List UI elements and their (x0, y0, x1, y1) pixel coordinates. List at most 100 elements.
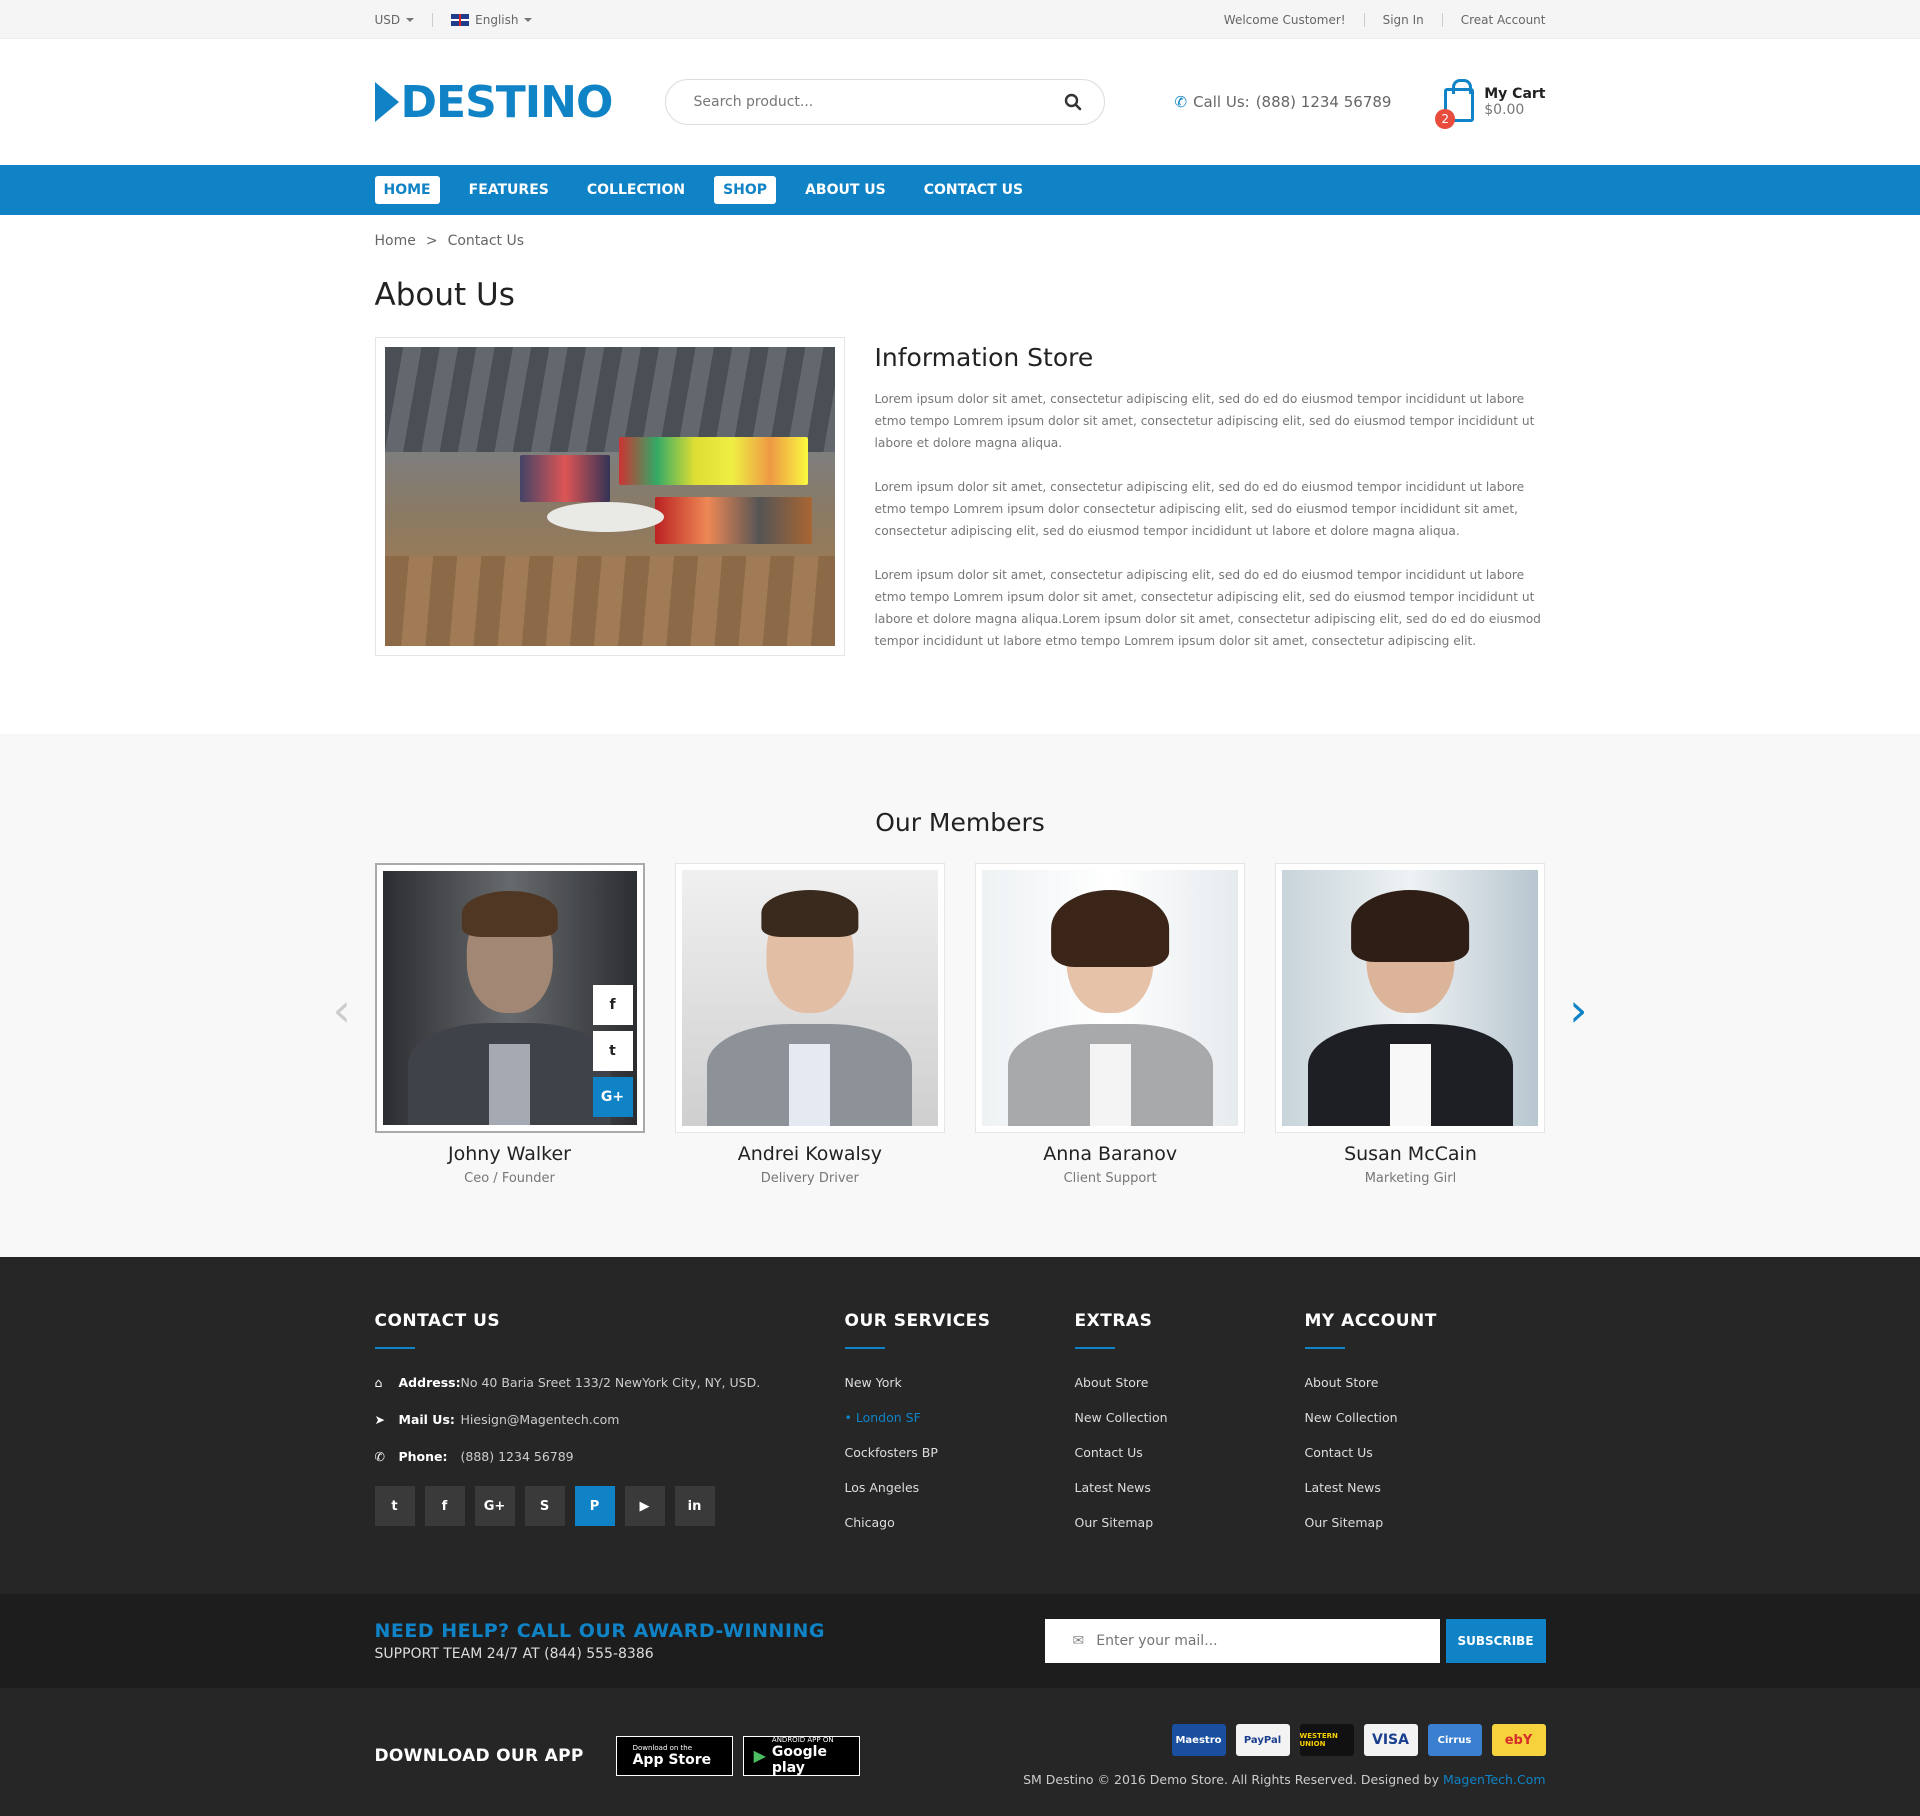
breadcrumb-home[interactable]: Home (375, 233, 416, 249)
phone-label: Call Us: (1193, 93, 1250, 111)
play-icon: ▶ (753, 1746, 766, 1765)
nav-about-us[interactable]: ABOUT US (796, 176, 895, 204)
gplay-small-text: ANDROID APP ON (771, 1735, 834, 1744)
ebay-icon: ebY (1491, 1724, 1546, 1756)
logo-text: DESTINO (400, 76, 614, 128)
footer-link[interactable]: New Collection (1305, 1410, 1505, 1425)
footer-link[interactable]: Our Sitemap (1305, 1515, 1505, 1530)
create-account-link[interactable]: Creat Account (1443, 13, 1546, 27)
subscribe-button[interactable]: SUBSCRIBE (1445, 1619, 1546, 1663)
shopping-bag-icon: 2 (1435, 79, 1475, 129)
nav-collection[interactable]: COLLECTION (578, 176, 694, 204)
about-section: Information Store Lorem ipsum dolor sit … (374, 337, 1546, 674)
member-photo-frame: f t G+ (374, 863, 645, 1133)
footer-link[interactable]: Chicago (845, 1515, 1075, 1530)
logo-arrow-icon (374, 82, 399, 122)
google-plus-icon[interactable]: G+ (592, 1077, 633, 1117)
app-store-button[interactable]: Download on the App Store (615, 1735, 733, 1776)
footer-heading: EXTRAS (1074, 1311, 1153, 1331)
info-title: Information Store (874, 343, 1094, 372)
footer-contact: CONTACT US ⌂ Address: No 40 Baria Sreet … (374, 1311, 845, 1550)
logo[interactable]: DESTINO (374, 76, 665, 128)
google-play-button[interactable]: ▶ ANDROID APP ON Google play (742, 1735, 860, 1776)
contact-address: ⌂ Address: No 40 Baria Sreet 133/2 NewYo… (375, 1375, 845, 1390)
footer-link[interactable]: Latest News (1075, 1480, 1305, 1495)
heading-underline (1074, 1347, 1115, 1349)
breadcrumb-separator: > (425, 233, 438, 249)
mini-cart[interactable]: 2 My Cart $0.00 (1435, 79, 1546, 129)
cart-total: $0.00 (1484, 102, 1525, 118)
help-subtext: SUPPORT TEAM 24/7 AT (844) 555-8386 (374, 1646, 654, 1662)
breadcrumb: Home > Contact Us (375, 215, 1546, 249)
member-card[interactable]: Andrei Kowalsy Delivery Driver (674, 863, 945, 1186)
info-paragraph: Lorem ipsum dolor sit amet, consectetur … (874, 568, 1541, 648)
twitter-icon[interactable]: t (592, 1031, 633, 1071)
footer-link[interactable]: Cockfosters BP (845, 1445, 1075, 1460)
cart-count-badge: 2 (1435, 109, 1456, 129)
currency-selector[interactable]: USD (375, 13, 433, 27)
cart-title: My Cart (1484, 86, 1546, 102)
designer-link[interactable]: MagenTech.Com (1443, 1772, 1546, 1787)
footer-link[interactable]: • London SF (845, 1410, 1075, 1425)
member-socials: f t G+ (592, 985, 633, 1117)
paper-plane-icon: ➤ (374, 1412, 385, 1427)
visa-icon: VISA (1363, 1724, 1418, 1756)
email-field[interactable] (1096, 1633, 1397, 1649)
mail-link[interactable]: Hiesign@Magentech.com (461, 1412, 620, 1427)
member-card[interactable]: f t G+ Johny Walker Ceo / Founder (374, 863, 645, 1186)
phone-label: Phone: (398, 1449, 448, 1464)
help-heading: NEED HELP? CALL OUR AWARD-WINNING (374, 1620, 825, 1642)
footer-link[interactable]: New Collection (1075, 1410, 1305, 1425)
member-photo-frame (1275, 863, 1546, 1133)
pinterest-icon[interactable]: P (574, 1486, 615, 1526)
search-input[interactable] (693, 94, 1034, 110)
google-plus-icon[interactable]: G+ (474, 1486, 515, 1526)
member-photo (1282, 870, 1539, 1126)
footer-link[interactable]: Latest News (1305, 1480, 1505, 1495)
member-card[interactable]: Anna Baranov Client Support (975, 863, 1246, 1186)
twitter-icon[interactable]: t (374, 1486, 415, 1526)
information-store: Information Store Lorem ipsum dolor sit … (875, 337, 1546, 674)
language-selector[interactable]: English (433, 13, 533, 27)
footer-link[interactable]: About Store (1305, 1375, 1505, 1390)
envelope-icon: ✉ (1072, 1633, 1085, 1649)
footer-link[interactable]: About Store (1075, 1375, 1305, 1390)
footer-heading: OUR SERVICES (844, 1311, 991, 1331)
maestro-icon: Maestro (1171, 1724, 1226, 1756)
nav-shop[interactable]: SHOP (714, 176, 777, 204)
info-paragraph: Lorem ipsum dolor sit amet, consectetur … (874, 480, 1525, 538)
contact-phone: ✆ Phone: (888) 1234 56789 (375, 1449, 845, 1464)
chevron-left-icon[interactable]: ‹ (333, 983, 351, 1037)
chevron-right-icon[interactable]: › (1569, 983, 1587, 1037)
members-title: Our Members (875, 808, 1045, 837)
cirrus-icon: Cirrus (1427, 1724, 1482, 1756)
footer-link-label: London SF (855, 1410, 921, 1425)
nav-contact-us[interactable]: CONTACT US (915, 176, 1032, 204)
youtube-icon[interactable]: ▶ (624, 1486, 665, 1526)
footer-link[interactable]: Contact Us (1075, 1445, 1305, 1460)
member-card[interactable]: Susan McCain Marketing Girl (1275, 863, 1546, 1186)
member-photo-frame (674, 863, 945, 1133)
chevron-down-icon (524, 17, 533, 22)
footer-link[interactable]: Contact Us (1305, 1445, 1505, 1460)
footer-heading: MY ACCOUNT (1304, 1311, 1437, 1331)
contact-mail: ➤ Mail Us: Hiesign@Magentech.com (375, 1412, 845, 1427)
nav-home[interactable]: HOME (374, 176, 440, 204)
mail-label: Mail Us: (398, 1412, 455, 1427)
address-value: No 40 Baria Sreet 133/2 NewYork City, NY… (460, 1375, 761, 1390)
facebook-icon[interactable]: f (424, 1486, 465, 1526)
download-heading: DOWNLOAD OUR APP (374, 1745, 584, 1766)
phone-icon: ✆ (374, 1449, 385, 1464)
newsletter-form: ✉ SUBSCRIBE (1044, 1619, 1546, 1663)
skype-icon[interactable]: S (524, 1486, 565, 1526)
newsletter-field: ✉ (1044, 1619, 1440, 1663)
sign-in-link[interactable]: Sign In (1365, 13, 1442, 27)
search-icon[interactable] (1064, 93, 1082, 111)
footer-link[interactable]: New York (845, 1375, 1075, 1390)
facebook-icon[interactable]: f (592, 985, 633, 1025)
footer-link[interactable]: Our Sitemap (1075, 1515, 1305, 1530)
nav-features[interactable]: FEATURES (460, 176, 558, 204)
footer-link[interactable]: Los Angeles (845, 1480, 1075, 1495)
linkedin-icon[interactable]: in (674, 1486, 715, 1526)
home-icon: ⌂ (374, 1375, 383, 1390)
